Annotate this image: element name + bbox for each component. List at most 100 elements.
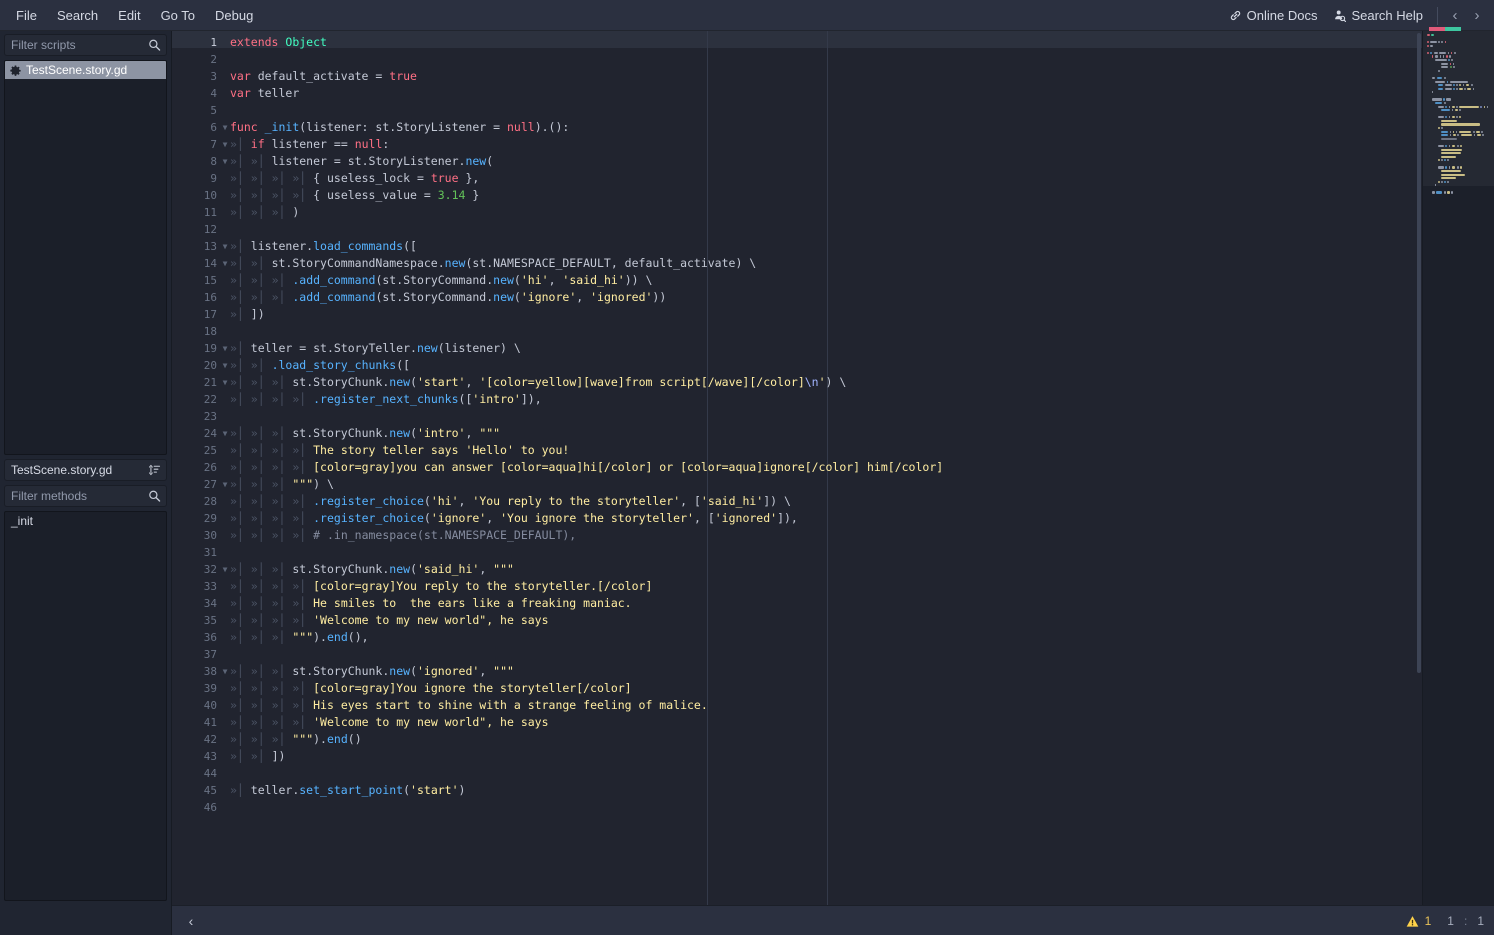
code-token: st.StoryChunk. [292,375,390,389]
tab-indicator: »│ [271,511,293,525]
menu-search[interactable]: Search [47,4,108,27]
fold-toggle-icon[interactable]: ▼ [220,136,230,153]
minimap-token [1443,191,1446,194]
fold-toggle-icon[interactable]: ▼ [220,374,230,391]
cursor-position[interactable]: 1 : 1 [1447,914,1484,928]
methods-list[interactable]: _init [4,511,167,901]
code-line[interactable]: 38 ▼ »│ »│ »│ st.StoryChunk.new('ignored',… [172,663,1494,680]
code-line[interactable]: 28 »│ »│ »│ »│ .register_choice('hi', 'Yo… [172,493,1494,510]
nav-forward-button[interactable]: › [1466,5,1488,27]
fold-toggle-icon[interactable]: ▼ [220,238,230,255]
code-line[interactable]: 41 »│ »│ »│ »│ 'Welcome to my new world",… [172,714,1494,731]
fold-toggle-icon[interactable]: ▼ [220,357,230,374]
filter-scripts-input[interactable]: Filter scripts [4,34,167,56]
code-line[interactable]: 19 ▼ »│ teller = st.StoryTeller.new(listen… [172,340,1494,357]
code-minimap[interactable] [1422,31,1494,905]
online-docs-button[interactable]: Online Docs [1221,4,1326,27]
code-line[interactable]: 6 ▼ func _init(listener: st.StoryListener … [172,119,1494,136]
tab-indicator: »│ [230,154,251,168]
code-line[interactable]: 27 ▼ »│ »│ »│ """) \ [172,476,1494,493]
code-line[interactable]: 12 [172,221,1494,238]
code-line[interactable]: 10 »│ »│ »│ »│ { useless_value = 3.14 } [172,187,1494,204]
code-line[interactable]: 36 »│ »│ »│ """).end(), [172,629,1494,646]
code-line[interactable]: 8 ▼ »│ »│ listener = st.StoryListener.new( [172,153,1494,170]
code-token: 'intro' [417,426,466,440]
code-token: The story teller says 'Hello' to you! [313,443,570,457]
toggle-scripts-panel-button[interactable]: ‹ [180,910,202,932]
scrollbar-thumb[interactable] [1417,33,1421,673]
tab-indicator: »│ [292,681,314,695]
script-item-label: TestScene.story.gd [26,63,128,77]
fold-toggle-icon[interactable]: ▼ [220,476,230,493]
code-token: 'You ignore the storyteller' [500,511,694,525]
code-line[interactable]: 7 ▼ »│ if listener == null: [172,136,1494,153]
code-line[interactable]: 25 »│ »│ »│ »│ The story teller says 'Hel… [172,442,1494,459]
nav-back-button[interactable]: ‹ [1444,5,1466,27]
menu-goto[interactable]: Go To [151,4,205,27]
code-line[interactable]: 3 var default_activate = true [172,68,1494,85]
code-token: )) [652,290,667,304]
code-line[interactable]: 15 »│ »│ »│ .add_command(st.StoryCommand.… [172,272,1494,289]
minimap-token [1456,84,1458,87]
code-line[interactable]: 4 var teller [172,85,1494,102]
code-line[interactable]: 34 »│ »│ »│ »│ He smiles to the ears like… [172,595,1494,612]
code-line[interactable]: 29 »│ »│ »│ »│ .register_choice('ignore',… [172,510,1494,527]
code-line[interactable]: 22 »│ »│ »│ »│ .register_next_chunks(['in… [172,391,1494,408]
code-line[interactable]: 2 [172,51,1494,68]
code-line-text: extends Object [230,34,1494,51]
code-line[interactable]: 31 [172,544,1494,561]
fold-toggle-icon[interactable]: ▼ [220,153,230,170]
fold-toggle-icon[interactable]: ▼ [220,663,230,680]
code-token: ) \ [825,375,847,389]
warning-indicator[interactable]: 1 [1406,914,1431,928]
fold-toggle-icon[interactable]: ▼ [220,561,230,578]
code-line[interactable]: 26 »│ »│ »│ »│ [color=gray]you can answer… [172,459,1494,476]
code-line[interactable]: 20 ▼ »│ »│ .load_story_chunks([ [172,357,1494,374]
code-line[interactable]: 13 ▼ »│ listener.load_commands([ [172,238,1494,255]
code-line[interactable]: 16 »│ »│ »│ .add_command(st.StoryCommand.… [172,289,1494,306]
code-line[interactable]: 33 »│ »│ »│ »│ [color=gray]You reply to t… [172,578,1494,595]
fold-toggle-icon[interactable]: ▼ [220,340,230,357]
code-line[interactable]: 17 »│ ]) [172,306,1494,323]
script-gear-icon [10,65,21,76]
code-line[interactable]: 44 [172,765,1494,782]
fold-toggle-icon[interactable]: ▼ [220,255,230,272]
code-line[interactable]: 40 »│ »│ »│ »│ His eyes start to shine wi… [172,697,1494,714]
code-line[interactable]: 14 ▼ »│ »│ st.StoryCommandNamespace.new(st… [172,255,1494,272]
code-line[interactable]: 43 »│ »│ ]) [172,748,1494,765]
code-line[interactable]: 42 »│ »│ »│ """).end() [172,731,1494,748]
sort-order-icon[interactable] [148,464,161,477]
menu-file[interactable]: File [6,4,47,27]
scripts-list[interactable]: TestScene.story.gd [4,60,167,455]
code-line[interactable]: 11 »│ »│ »│ ) [172,204,1494,221]
code-line[interactable]: 30 »│ »│ »│ »│ # .in_namespace(st.NAMESPA… [172,527,1494,544]
code-line[interactable]: 24 ▼ »│ »│ »│ st.StoryChunk.new('intro', "… [172,425,1494,442]
code-lines[interactable]: 1 extends Object 2 3 var default_activate = … [172,31,1494,816]
current-file-field[interactable]: TestScene.story.gd [4,459,167,481]
code-line[interactable]: 18 [172,323,1494,340]
code-line[interactable]: 39 »│ »│ »│ »│ [color=gray]You ignore the… [172,680,1494,697]
search-help-button[interactable]: Search Help [1325,4,1431,27]
sidebar-item-testscene-story-gd[interactable]: TestScene.story.gd [5,61,166,79]
tab-indicator: »│ [230,596,251,610]
code-line[interactable]: 35 »│ »│ »│ »│ 'Welcome to my new world",… [172,612,1494,629]
method-item-init[interactable]: _init [5,512,166,530]
code-line[interactable]: 23 [172,408,1494,425]
code-line[interactable]: 21 ▼ »│ »│ »│ st.StoryChunk.new('start', '… [172,374,1494,391]
menu-debug[interactable]: Debug [205,4,263,27]
filter-methods-input[interactable]: Filter methods [4,485,167,507]
code-line[interactable]: 5 [172,102,1494,119]
code-line[interactable]: 1 extends Object [172,34,1494,51]
fold-toggle-icon[interactable]: ▼ [220,425,230,442]
code-line[interactable]: 9 »│ »│ »│ »│ { useless_lock = true }, [172,170,1494,187]
fold-toggle-icon[interactable]: ▼ [220,119,230,136]
minimap-token [1427,44,1429,47]
code-line[interactable]: 32 ▼ »│ »│ »│ st.StoryChunk.new('said_hi',… [172,561,1494,578]
menu-edit[interactable]: Edit [108,4,150,27]
code-line[interactable]: 46 [172,799,1494,816]
code-editor[interactable]: 1 extends Object 2 3 var default_activate = … [172,31,1494,905]
code-line[interactable]: 45 »│ teller.set_start_point('start') [172,782,1494,799]
minimap-token [1438,105,1444,108]
minimap-token [1441,119,1457,123]
code-line[interactable]: 37 [172,646,1494,663]
